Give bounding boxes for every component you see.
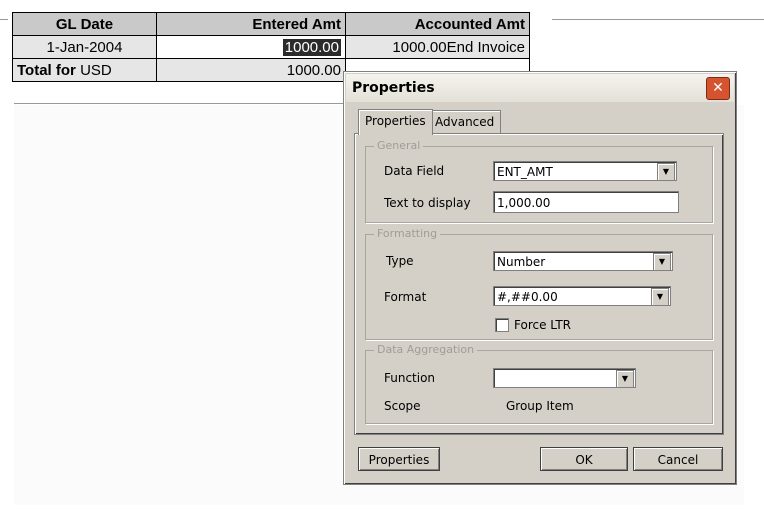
report-header-row: GL Date Entered Amt Accounted Amt [12, 12, 530, 36]
scope-value: Group Item [506, 399, 574, 413]
scope-label: Scope [384, 399, 421, 413]
total-currency: USD [80, 61, 112, 79]
format-value: #,##0.00 [497, 290, 558, 304]
group-aggregation-legend: Data Aggregation [374, 343, 478, 356]
cell-entered-amt[interactable]: 1000.00 [156, 35, 346, 59]
type-select[interactable]: Number ▼ [493, 251, 673, 271]
tab-panel-properties: General Data Field ENT_AMT ▼ Text to dis… [354, 133, 724, 435]
function-select[interactable]: ▼ [493, 368, 636, 388]
header-accounted-amt: Accounted Amt [345, 12, 530, 36]
format-select[interactable]: #,##0.00 ▼ [493, 286, 671, 306]
function-label: Function [384, 371, 436, 385]
chevron-down-icon[interactable]: ▼ [616, 370, 634, 388]
force-ltr-label[interactable]: Force LTR [514, 318, 571, 332]
tab-advanced[interactable]: Advanced [428, 110, 502, 134]
text-display-value: 1,000.00 [497, 196, 551, 210]
group-general-legend: General [374, 139, 424, 152]
chevron-down-icon[interactable]: ▼ [651, 288, 669, 306]
cell-total-entered-amt[interactable]: 1000.00 [156, 58, 346, 82]
properties-dialog: Properties ✕ Properties Advanced General… [343, 71, 737, 485]
tab-properties[interactable]: Properties [358, 109, 433, 135]
chevron-down-icon[interactable]: ▼ [657, 163, 675, 181]
header-entered-amt: Entered Amt [156, 12, 346, 36]
close-button[interactable]: ✕ [706, 77, 730, 100]
total-label: Total for [17, 61, 76, 79]
chevron-down-icon[interactable]: ▼ [653, 253, 671, 271]
report-data-row: 1-Jan-2004 1000.00 1000.00End Invoice [12, 35, 530, 59]
dialog-titlebar[interactable]: Properties ✕ [346, 74, 734, 102]
ok-button[interactable]: OK [540, 447, 628, 471]
group-general: General Data Field ENT_AMT ▼ Text to dis… [365, 139, 713, 223]
report-rule-top [552, 19, 764, 20]
selected-entered-amt[interactable]: 1000.00 [282, 38, 341, 56]
format-label: Format [384, 290, 427, 304]
dialog-title: Properties [352, 80, 435, 96]
group-formatting: Formatting Type Number ▼ Format #,##0.00… [365, 227, 713, 340]
cell-gl-date[interactable]: 1-Jan-2004 [12, 35, 157, 59]
report-rule-mid [14, 103, 344, 104]
report-rule-left [0, 19, 8, 20]
data-field-label: Data Field [384, 164, 445, 178]
header-gl-date: GL Date [12, 12, 157, 36]
properties-button[interactable]: Properties [358, 447, 440, 471]
cell-accounted-amt[interactable]: 1000.00End Invoice [345, 35, 530, 59]
close-icon: ✕ [712, 80, 724, 96]
text-display-input[interactable]: 1,000.00 [493, 191, 679, 213]
text-display-label: Text to display [384, 196, 471, 210]
data-field-value: ENT_AMT [497, 165, 553, 179]
cancel-button[interactable]: Cancel [633, 447, 723, 471]
type-value: Number [497, 255, 546, 269]
cell-total-label[interactable]: Total for USD [12, 58, 157, 82]
data-field-select[interactable]: ENT_AMT ▼ [493, 161, 677, 181]
type-label: Type [386, 254, 414, 268]
force-ltr-checkbox[interactable] [495, 318, 509, 332]
group-formatting-legend: Formatting [374, 227, 441, 240]
group-data-aggregation: Data Aggregation Function ▼ Scope Group … [365, 343, 713, 424]
